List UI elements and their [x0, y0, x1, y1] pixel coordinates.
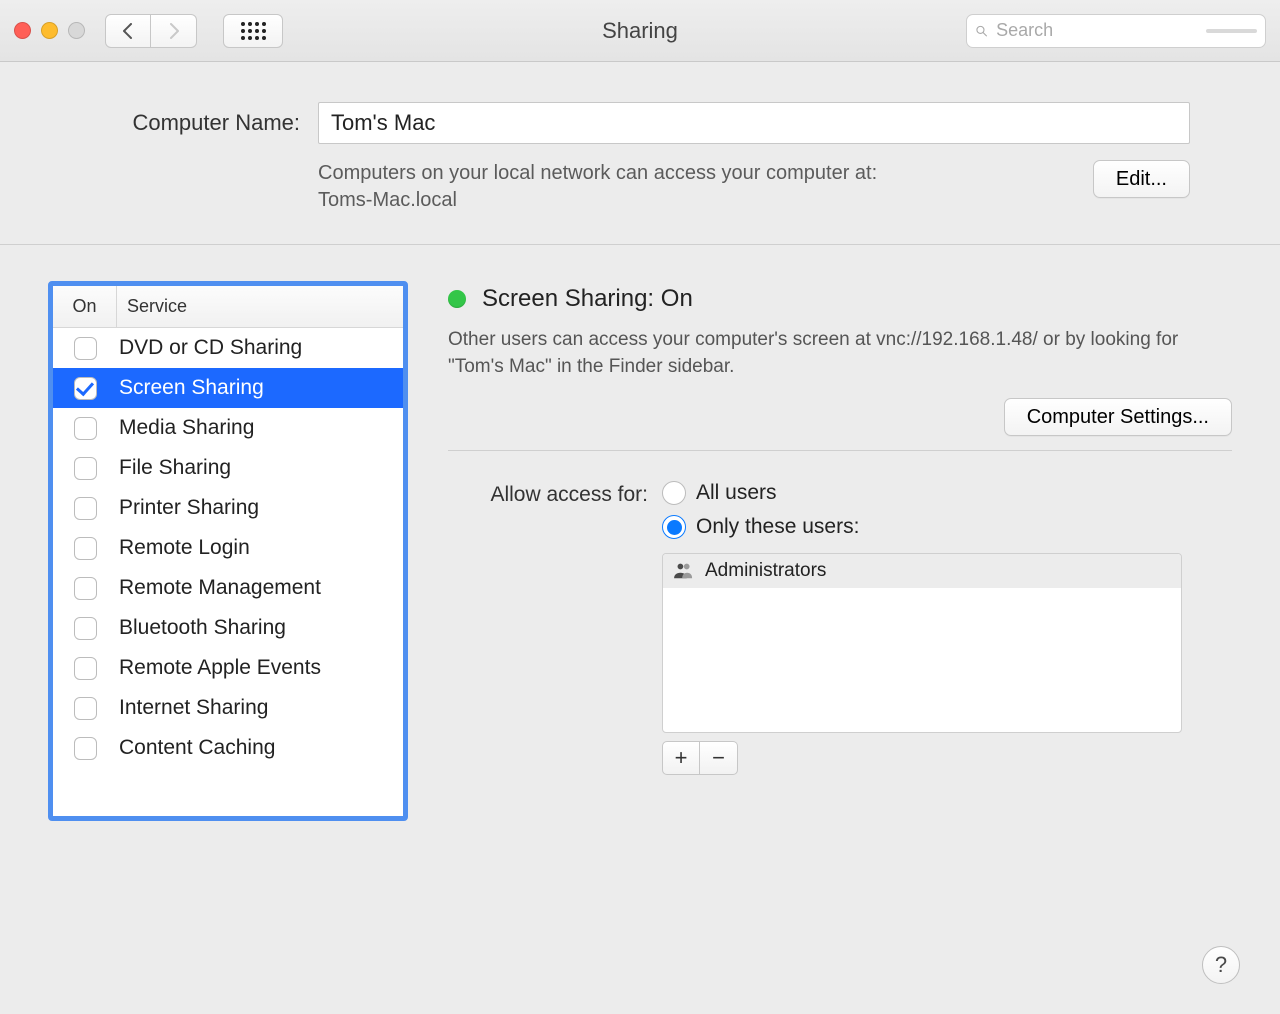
grid-icon: [241, 22, 266, 40]
zoom-window-button: [68, 22, 85, 39]
minimize-window-button[interactable]: [41, 22, 58, 39]
radio-only-label: Only these users:: [696, 515, 859, 539]
service-row[interactable]: DVD or CD Sharing: [53, 328, 403, 368]
service-label: DVD or CD Sharing: [117, 336, 302, 360]
service-checkbox[interactable]: [74, 657, 97, 680]
window-controls: [14, 22, 85, 39]
service-row[interactable]: Remote Apple Events: [53, 648, 403, 688]
search-input[interactable]: [994, 19, 1200, 42]
allow-access-label: Allow access for:: [448, 481, 648, 507]
service-row[interactable]: Internet Sharing: [53, 688, 403, 728]
radio-all-users[interactable]: All users: [662, 481, 859, 505]
service-label: Internet Sharing: [117, 696, 268, 720]
users-icon: [673, 562, 695, 580]
service-row[interactable]: Remote Login: [53, 528, 403, 568]
service-label: Remote Login: [117, 536, 250, 560]
computer-name-section: Computer Name: Computers on your local n…: [0, 62, 1280, 244]
service-label: Media Sharing: [117, 416, 254, 440]
radio-icon: [662, 481, 686, 505]
computer-name-hint: Computers on your local network can acce…: [318, 160, 877, 214]
search-divider: [1206, 29, 1257, 33]
list-item[interactable]: Administrators: [663, 554, 1181, 588]
remove-user-button[interactable]: −: [700, 741, 738, 775]
titlebar: Sharing: [0, 0, 1280, 62]
services-header-service: Service: [117, 286, 403, 327]
service-label: File Sharing: [117, 456, 231, 480]
service-row[interactable]: Media Sharing: [53, 408, 403, 448]
service-label: Remote Apple Events: [117, 656, 321, 680]
service-checkbox[interactable]: [74, 737, 97, 760]
service-row[interactable]: Screen Sharing: [53, 368, 403, 408]
user-label: Administrators: [705, 560, 826, 582]
forward-button[interactable]: [151, 14, 197, 48]
show-all-button[interactable]: [223, 14, 283, 48]
help-button[interactable]: ?: [1202, 946, 1240, 984]
service-row[interactable]: Remote Management: [53, 568, 403, 608]
status-title: Screen Sharing: On: [482, 285, 693, 313]
service-row[interactable]: Bluetooth Sharing: [53, 608, 403, 648]
services-header: On Service: [53, 286, 403, 328]
service-checkbox[interactable]: [74, 377, 97, 400]
sharing-content: On Service DVD or CD Sharing Screen Shari…: [0, 244, 1280, 944]
service-checkbox[interactable]: [74, 417, 97, 440]
back-button[interactable]: [105, 14, 151, 48]
edit-hostname-button[interactable]: Edit...: [1093, 160, 1190, 198]
add-user-button[interactable]: +: [662, 741, 700, 775]
status-indicator-icon: [448, 290, 466, 308]
computer-name-label: Computer Name:: [90, 110, 300, 136]
radio-all-label: All users: [696, 481, 777, 505]
service-label: Screen Sharing: [117, 376, 264, 400]
service-checkbox[interactable]: [74, 457, 97, 480]
detail-divider: [448, 450, 1232, 451]
service-checkbox[interactable]: [74, 497, 97, 520]
service-label: Bluetooth Sharing: [117, 616, 286, 640]
services-header-on: On: [53, 286, 117, 327]
service-row[interactable]: Content Caching: [53, 728, 403, 768]
status-description: Other users can access your computer's s…: [448, 327, 1232, 380]
service-checkbox[interactable]: [74, 697, 97, 720]
service-checkbox[interactable]: [74, 537, 97, 560]
service-row[interactable]: File Sharing: [53, 448, 403, 488]
computer-name-input[interactable]: [318, 102, 1190, 144]
nav-buttons: [105, 14, 197, 48]
close-window-button[interactable]: [14, 22, 31, 39]
service-label: Printer Sharing: [117, 496, 259, 520]
allowed-users-list[interactable]: Administrators: [662, 553, 1182, 733]
service-label: Remote Management: [117, 576, 321, 600]
radio-icon: [662, 515, 686, 539]
service-checkbox[interactable]: [74, 337, 97, 360]
radio-only-users[interactable]: Only these users:: [662, 515, 859, 539]
service-label: Content Caching: [117, 736, 275, 760]
service-detail: Screen Sharing: On Other users can acces…: [448, 281, 1232, 775]
search-icon: [975, 22, 988, 40]
services-table[interactable]: On Service DVD or CD Sharing Screen Shari…: [48, 281, 408, 821]
computer-settings-button[interactable]: Computer Settings...: [1004, 398, 1232, 436]
service-checkbox[interactable]: [74, 617, 97, 640]
search-field[interactable]: [966, 14, 1266, 48]
service-checkbox[interactable]: [74, 577, 97, 600]
service-row[interactable]: Printer Sharing: [53, 488, 403, 528]
